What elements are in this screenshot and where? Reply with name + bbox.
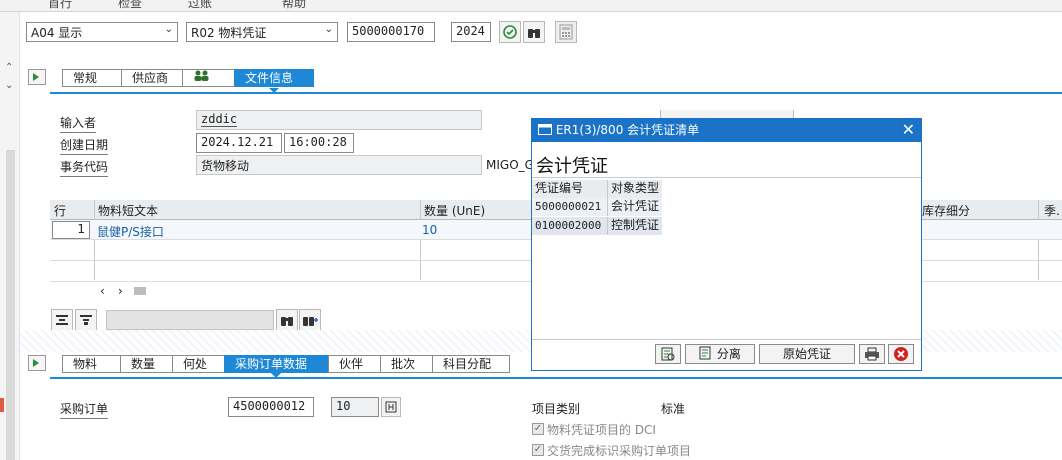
dialog-divider [532, 177, 921, 178]
tab-material[interactable]: 物料 [62, 355, 120, 373]
row-material-text[interactable]: 鼠健P/S接口 [97, 223, 164, 240]
collapse-item-toggle[interactable] [28, 355, 46, 371]
window-icon [538, 124, 552, 135]
accounting-documents-dialog: ER1(3)/800 会计凭证清单 ✕ 会计凭证 凭证编号 对象类型 50000… [531, 118, 922, 371]
find-next-icon[interactable] [299, 309, 321, 331]
scroll-left-icon[interactable]: ‹ [100, 284, 105, 298]
tab-document-info[interactable]: 文件信息 [234, 69, 314, 87]
tab-where[interactable]: 何处 [172, 355, 224, 373]
dci-checkbox-label: 物料凭证项目的 DCI [547, 423, 656, 437]
document-number-cell[interactable]: 5000000021 [532, 198, 608, 216]
dialog-title-bar[interactable]: ER1(3)/800 会计凭证清单 [532, 119, 921, 142]
dci-checkbox[interactable]: ✓ [532, 423, 544, 435]
tab-account-assignment[interactable]: 科目分配 [432, 355, 510, 373]
display-mode-select[interactable]: A04 显示 ⌄ [26, 22, 178, 42]
align-top-icon[interactable] [75, 309, 97, 331]
people-icon [194, 70, 209, 81]
column-header-quantity[interactable]: 数量 (UnE) [424, 202, 485, 219]
object-type-cell[interactable]: 会计凭证 [608, 198, 662, 216]
column-header-season[interactable]: 季. [1044, 202, 1060, 219]
menu-bar [0, 0, 1062, 12]
tab-general[interactable]: 常规 [62, 69, 121, 87]
collapse-header-toggle[interactable] [28, 69, 46, 85]
created-date-label: 创建日期 [60, 136, 109, 155]
choose-icon[interactable] [655, 344, 681, 364]
close-icon[interactable]: ✕ [902, 120, 915, 140]
po-item-lookup-icon[interactable] [381, 397, 401, 417]
created-time-field: 16:00:28 [284, 133, 354, 153]
tab-vendor[interactable]: 供应商 [121, 69, 182, 87]
document-type-select[interactable]: R02 物料凭证 ⌄ [186, 22, 338, 42]
tab-quantity[interactable]: 数量 [120, 355, 172, 373]
column-header-material-text[interactable]: 物料短文本 [98, 202, 158, 219]
menu-item-1[interactable]: 首行 [48, 0, 72, 11]
tab-underline [50, 92, 1062, 94]
chevron-down-icon: ⌄ [164, 24, 173, 35]
dialog-footer-divider [532, 339, 921, 340]
chevron-down-icon: ⌄ [324, 24, 333, 35]
menu-item-4[interactable]: 帮助 [282, 0, 306, 11]
row-line-number[interactable]: 1 [52, 221, 90, 239]
cancel-icon[interactable] [888, 344, 914, 364]
print-icon[interactable] [859, 344, 885, 364]
tab-indicator [269, 88, 279, 93]
tab-partner[interactable]: 伙伴 [328, 355, 380, 373]
horizontal-scroll-thumb[interactable] [134, 287, 146, 295]
row-quantity[interactable]: 10 [422, 223, 437, 237]
split-button[interactable]: 分离 [685, 344, 755, 364]
menu-item-2[interactable]: 检查 [118, 0, 142, 11]
binoculars-icon[interactable] [523, 21, 545, 43]
po-number-field: 4500000012 [228, 397, 314, 417]
dialog-title: ER1(3)/800 会计凭证清单 [555, 123, 700, 137]
status-marker [0, 398, 4, 412]
transaction-field: 货物移动 [196, 155, 482, 175]
scroll-right-icon[interactable]: › [118, 284, 123, 298]
year-input[interactable]: 2024 [451, 22, 491, 42]
item-category-label: 项目类别 [532, 402, 581, 416]
document-number-input[interactable]: 5000000170 [347, 22, 435, 42]
entered-by-field: zddic [196, 110, 482, 130]
original-document-button[interactable]: 原始凭证 [759, 344, 855, 364]
object-type-cell[interactable]: 控制凭证 [608, 217, 662, 235]
chevron-down-icon[interactable]: ⌄ [5, 80, 13, 91]
column-header-line[interactable]: 行 [54, 202, 66, 219]
tab-indicator [271, 373, 281, 378]
scrollbar-track[interactable] [6, 150, 15, 460]
entered-by-label: 输入者 [60, 114, 97, 133]
delivery-complete-checkbox[interactable]: ✓ [532, 444, 544, 456]
document-type-value: R02 物料凭证 [191, 26, 267, 40]
column-header-stock[interactable]: 库存细分 [922, 202, 970, 219]
display-mode-value: A04 显示 [31, 26, 83, 40]
execute-icon[interactable] [499, 21, 521, 43]
calculator-icon[interactable] [555, 21, 577, 43]
transaction-code: MIGO_G [486, 158, 534, 172]
tab-underline [50, 377, 1062, 379]
split-button-label: 分离 [716, 347, 741, 361]
po-item-field: 10 [331, 397, 379, 417]
transaction-label: 事务代码 [60, 158, 109, 177]
chevron-up-icon[interactable]: ⌃ [5, 62, 13, 73]
delivery-complete-label: 交货完成标识采购订单项目 [547, 444, 692, 458]
tab-partners[interactable] [182, 69, 234, 87]
find-icon[interactable] [276, 309, 298, 331]
align-center-icon[interactable] [51, 309, 73, 331]
dialog-heading: 会计凭证 [536, 156, 608, 177]
menu-item-3[interactable]: 过账 [188, 0, 212, 11]
grid-filter-input[interactable] [106, 310, 274, 330]
created-date-field: 2024.12.21 [196, 133, 282, 153]
item-category-value: 标准 [661, 402, 686, 416]
entered-by-value: zddic [201, 112, 238, 127]
po-label: 采购订单 [60, 400, 109, 419]
tab-batch[interactable]: 批次 [380, 355, 432, 373]
column-header-document-number[interactable]: 凭证编号 [532, 180, 608, 198]
tab-po-data[interactable]: 采购订单数据 [224, 355, 328, 373]
column-header-object-type[interactable]: 对象类型 [608, 180, 662, 198]
document-number-cell[interactable]: 0100002000 [532, 217, 608, 235]
document-icon [699, 346, 711, 360]
